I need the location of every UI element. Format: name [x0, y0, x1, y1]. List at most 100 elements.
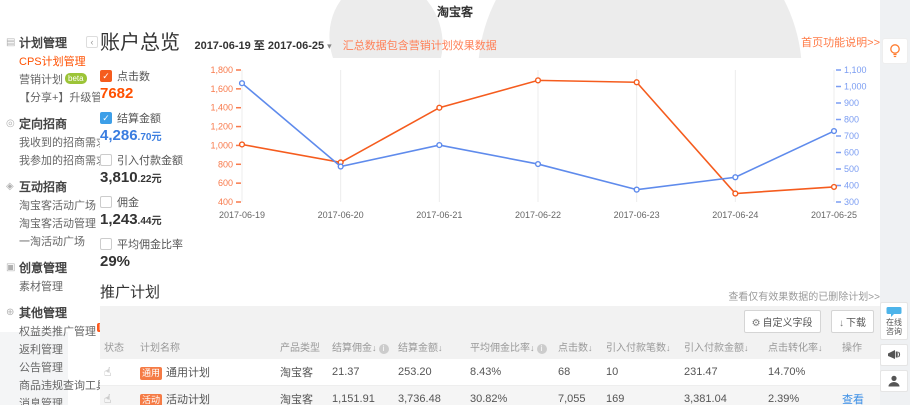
- sidebar-group-header[interactable]: ◈互动招商: [6, 179, 100, 195]
- info-icon[interactable]: i: [379, 344, 389, 354]
- download-icon: ↓: [839, 318, 844, 329]
- unchecked-checkbox[interactable]: [100, 238, 112, 250]
- sidebar-item[interactable]: 商品违规查询工具: [19, 377, 100, 395]
- sidebar-item[interactable]: 权益类推广管理New: [19, 323, 100, 341]
- customer-service-button[interactable]: [880, 370, 908, 392]
- sidebar-item[interactable]: 我参加的招商需求: [19, 152, 100, 170]
- data-point[interactable]: [437, 143, 442, 148]
- sidebar-item[interactable]: 营销计划beta: [19, 71, 100, 89]
- page-title: 账户总览: [100, 26, 180, 55]
- unchecked-checkbox[interactable]: [100, 154, 112, 166]
- sidebar-item[interactable]: 消息管理: [19, 395, 100, 405]
- column-header: 产品类型: [276, 334, 328, 359]
- column-header[interactable]: 结算佣金↓i: [328, 334, 394, 359]
- tips-button[interactable]: [882, 38, 908, 64]
- data-point[interactable]: [832, 185, 837, 190]
- metric-toggle[interactable]: ✓点击数: [100, 68, 208, 84]
- online-support-button[interactable]: 在线咨询: [880, 302, 908, 340]
- column-label: 引入付款笔数: [606, 343, 666, 354]
- view-link[interactable]: 查看: [842, 394, 864, 405]
- sort-arrow-icon[interactable]: ↓: [530, 343, 535, 353]
- data-point[interactable]: [437, 105, 442, 110]
- sidebar-item[interactable]: 淘宝客活动管理: [19, 215, 100, 233]
- metric-toggle[interactable]: 平均佣金比率: [100, 236, 208, 252]
- data-point[interactable]: [338, 164, 343, 169]
- sidebar-group-header[interactable]: ▣创意管理: [6, 260, 100, 276]
- campaigns-header: 推广计划 查看仅有效果数据的已删除计划>>: [100, 280, 880, 306]
- column-label: 产品类型: [280, 343, 320, 354]
- data-point[interactable]: [733, 191, 738, 196]
- plan-name-cell: 活动活动计划: [136, 386, 276, 405]
- sort-arrow-icon[interactable]: ↓: [372, 343, 377, 353]
- sort-arrow-icon[interactable]: ↓: [744, 343, 749, 353]
- sidebar-item[interactable]: 公告管理: [19, 359, 100, 377]
- data-point[interactable]: [536, 78, 541, 83]
- data-point[interactable]: [240, 81, 245, 86]
- sort-arrow-icon[interactable]: ↓: [438, 343, 443, 353]
- collapse-button[interactable]: ‹: [86, 36, 98, 48]
- sidebar-group-items: 我收到的招商需求我参加的招商需求: [19, 134, 100, 170]
- sort-arrow-icon[interactable]: ↓: [666, 343, 671, 353]
- announcement-button[interactable]: [880, 344, 908, 366]
- metric-value-unit: .22元: [138, 174, 162, 185]
- sort-arrow-icon[interactable]: ↓: [588, 343, 593, 353]
- checked-checkbox[interactable]: ✓: [100, 70, 112, 82]
- overview-body: ✓点击数7682✓结算金额4,286.70元引入付款金额3,810.22元佣金1…: [100, 58, 880, 278]
- column-header[interactable]: 点击数↓: [554, 334, 602, 359]
- plan-name: 活动计划: [166, 394, 210, 405]
- sidebar-item[interactable]: 素材管理: [19, 278, 100, 296]
- metric-toggle[interactable]: 引入付款金额: [100, 152, 208, 168]
- sort-arrow-icon[interactable]: ↓: [818, 343, 823, 353]
- sidebar-item[interactable]: 一淘活动广场: [19, 233, 100, 251]
- data-point[interactable]: [634, 187, 639, 192]
- data-point[interactable]: [733, 175, 738, 180]
- action-cell: 查看: [838, 386, 880, 405]
- top-bar: 淘宝客: [0, 0, 910, 24]
- metric-toggle[interactable]: 佣金: [100, 194, 208, 210]
- metric-toggle[interactable]: ✓ 结算金额: [100, 110, 208, 126]
- sidebar-item[interactable]: 我收到的招商需求: [19, 134, 100, 152]
- info-icon[interactable]: i: [537, 344, 547, 354]
- metric-value: 7682: [100, 85, 208, 102]
- hand-status-icon[interactable]: ☝: [104, 392, 111, 405]
- column-label: 计划名称: [140, 343, 180, 354]
- sidebar-item[interactable]: CPS计划管理: [19, 53, 100, 71]
- column-header: 操作: [838, 334, 880, 359]
- sidebar-group: ◎定向招商我收到的招商需求我参加的招商需求: [6, 116, 100, 170]
- column-header[interactable]: 点击转化率↓: [764, 334, 838, 359]
- checked-checkbox[interactable]: ✓: [100, 112, 112, 124]
- status-cell: ☝: [100, 386, 136, 405]
- hand-status-icon[interactable]: ☝: [104, 365, 111, 379]
- sidebar-group-header[interactable]: ⊕其他管理: [6, 305, 100, 321]
- main-content: 账户总览 2017-06-19 至 2017-06-25 ▾ 汇总数据包含营销计…: [100, 26, 880, 405]
- sidebar-group-header[interactable]: ◎定向招商: [6, 116, 100, 132]
- data-point[interactable]: [634, 80, 639, 85]
- svg-text:2017-06-24: 2017-06-24: [712, 210, 758, 220]
- customize-fields-button[interactable]: ⚙自定义字段: [744, 310, 821, 333]
- metric: 引入付款金额3,810.22元: [100, 152, 208, 186]
- column-header[interactable]: 平均佣金比率↓i: [466, 334, 554, 359]
- unchecked-checkbox[interactable]: [100, 196, 112, 208]
- sidebar-item[interactable]: 淘宝客活动广场: [19, 197, 100, 215]
- svg-text:1,200: 1,200: [210, 122, 233, 132]
- data-point[interactable]: [536, 162, 541, 167]
- data-point[interactable]: [240, 142, 245, 147]
- column-header[interactable]: 引入付款笔数↓: [602, 334, 680, 359]
- metric-label: 结算金额: [117, 110, 161, 126]
- page: 淘宝客 ▤计划管理‹CPS计划管理营销计划beta【分享+】升级管理◎定向招商我…: [0, 0, 910, 405]
- svg-text:700: 700: [844, 131, 859, 141]
- sidebar-group-label: 互动招商: [19, 179, 67, 195]
- column-header[interactable]: 结算金额↓: [394, 334, 466, 359]
- data-point[interactable]: [832, 129, 837, 134]
- plan-type-badge: 通用: [140, 367, 162, 380]
- download-button[interactable]: ↓下载: [831, 310, 874, 333]
- column-header[interactable]: 引入付款金额↓: [680, 334, 764, 359]
- date-range-picker[interactable]: 2017-06-19 至 2017-06-25 ▾: [194, 40, 334, 52]
- chat-bubble-icon: [886, 306, 902, 318]
- sidebar-item[interactable]: 返利管理: [19, 341, 100, 359]
- deleted-plans-link[interactable]: 查看仅有效果数据的已删除计划>>: [728, 288, 880, 303]
- sidebar-item-label: 我收到的招商需求: [19, 137, 107, 149]
- megaphone-icon: [887, 348, 902, 362]
- sidebar-item[interactable]: 【分享+】升级管理: [19, 89, 100, 107]
- help-link[interactable]: 首页功能说明>>: [801, 34, 880, 50]
